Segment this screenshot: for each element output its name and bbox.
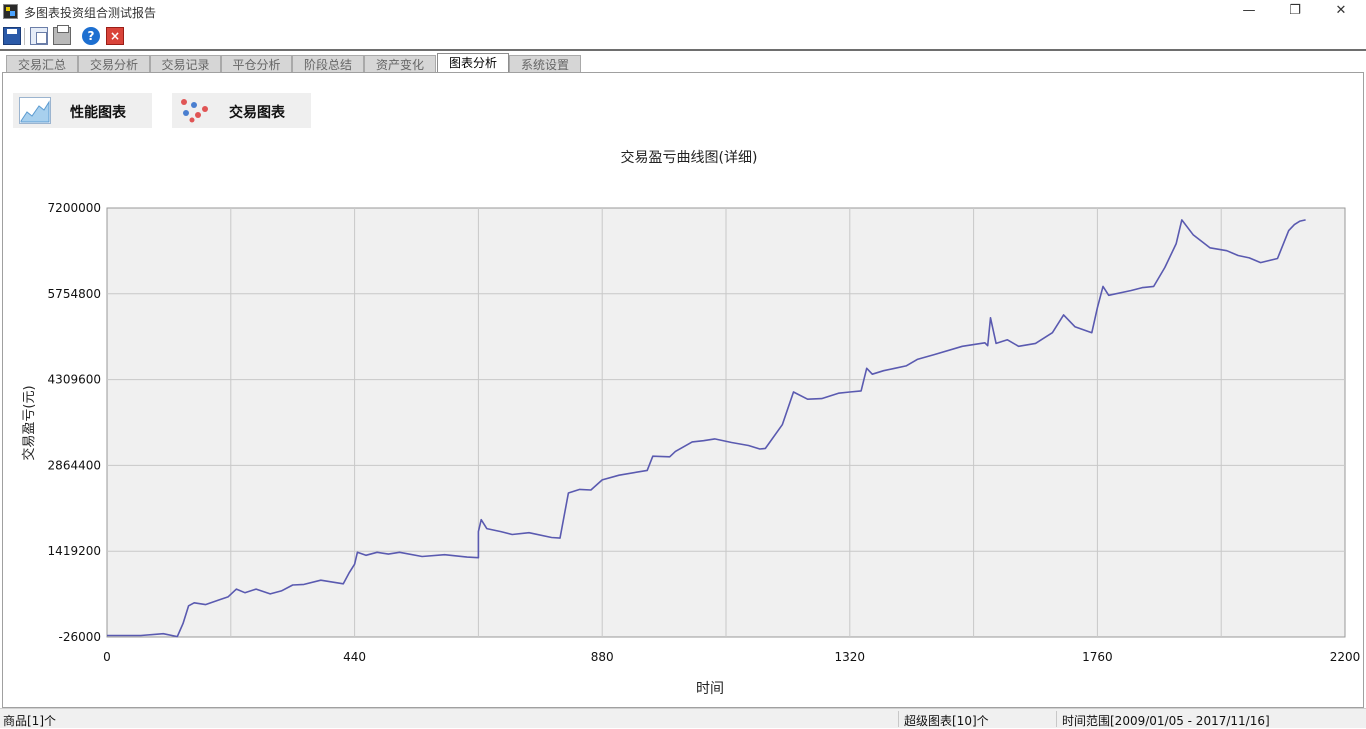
status-chart-count: 超级图表[10]个 [904, 714, 989, 728]
status-product-count: 商品[1]个 [3, 714, 56, 728]
chart-panel: 性能图表 交易图表 [2, 72, 1364, 708]
window-title: 多图表投资组合测试报告 [24, 6, 157, 20]
status-time-range: 时间范围[2009/01/05 - 2017/11/16] [1062, 714, 1270, 728]
print-icon[interactable] [53, 25, 71, 45]
title-bar: 多图表投资组合测试报告 — ❐ ✕ [0, 0, 1366, 24]
performance-chart-button[interactable]: 性能图表 [13, 93, 152, 128]
scatter-dots-icon [181, 99, 208, 123]
tab-bar: 交易汇总 交易分析 交易记录 平仓分析 阶段总结 资产变化 图表分析 系统设置 [0, 49, 1366, 74]
toolbar: ? × [0, 24, 1366, 49]
close-window-button[interactable]: ✕ [1318, 0, 1364, 24]
performance-chart-label: 性能图表 [70, 105, 126, 121]
trade-chart-label: 交易图表 [229, 105, 285, 121]
app-icon [3, 4, 18, 19]
toolbar-separator [24, 28, 25, 45]
save-icon[interactable] [3, 27, 21, 45]
area-chart-icon [19, 97, 51, 124]
close-report-icon[interactable]: × [106, 27, 124, 45]
maximize-button[interactable]: ❐ [1272, 0, 1318, 24]
tab-chart-analysis[interactable]: 图表分析 [437, 53, 509, 74]
help-icon[interactable]: ? [82, 27, 100, 45]
minimize-button[interactable]: — [1226, 0, 1272, 24]
status-bar: 商品[1]个 超级图表[10]个 时间范围[2009/01/05 - 2017/… [0, 708, 1366, 728]
trade-chart-button[interactable]: 交易图表 [172, 93, 311, 128]
status-divider [898, 711, 899, 727]
copy-icon[interactable] [30, 27, 48, 45]
status-divider [1056, 711, 1057, 727]
